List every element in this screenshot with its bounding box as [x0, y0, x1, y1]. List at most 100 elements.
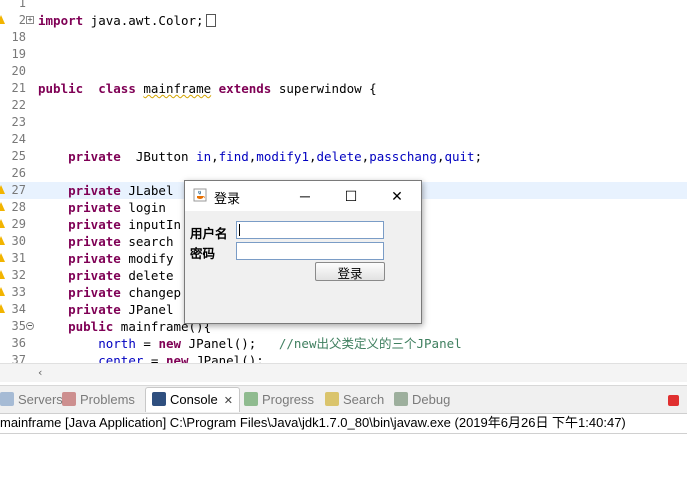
tab-console[interactable]: Console ✕ — [145, 387, 240, 412]
code-token: private — [38, 268, 121, 283]
code-line[interactable]: 21 public class mainframe extends superwi… — [0, 80, 687, 97]
code-token: private — [38, 183, 121, 198]
code-token: private — [38, 234, 121, 249]
code-text: private changep — [38, 284, 181, 301]
code-token: passchang — [369, 149, 437, 164]
line-number: 1 — [18, 0, 26, 10]
warning-icon[interactable] — [0, 287, 5, 296]
code-token: private — [38, 251, 121, 266]
code-token: delete — [316, 149, 362, 164]
horizontal-scrollbar[interactable]: ‹ — [0, 363, 687, 382]
code-token: import — [38, 13, 84, 28]
code-token: private — [38, 149, 121, 164]
password-label: 密码 — [190, 247, 216, 261]
progress-icon — [244, 392, 258, 406]
code-line[interactable]: 22 — [0, 97, 687, 114]
collapse-fold-icon[interactable] — [26, 322, 34, 330]
warning-icon[interactable] — [0, 15, 5, 24]
console-icon — [152, 392, 166, 406]
java-coffee-icon — [193, 188, 207, 202]
code-token: login — [120, 200, 166, 215]
tab-label: Progress — [262, 392, 315, 407]
code-text: private login — [38, 199, 166, 216]
code-line[interactable]: 25 private JButton in,find,modify1,delet… — [0, 148, 687, 165]
code-line[interactable]: 2 + import java.awt.Color; — [0, 12, 687, 29]
line-number: 21 — [11, 81, 26, 95]
code-line[interactable]: 36 north = new JPanel(); //new出父类定义的三个JP… — [0, 335, 687, 352]
code-line[interactable]: 19 — [0, 46, 687, 63]
line-number: 23 — [11, 115, 26, 129]
expand-fold-icon[interactable]: + — [26, 16, 34, 24]
username-field[interactable] — [236, 221, 384, 239]
tab-servers[interactable]: Servers — [0, 390, 63, 410]
dialog-title-bar[interactable]: 登录 ─ ☐ ✕ — [185, 181, 421, 211]
code-line[interactable]: 24 — [0, 131, 687, 148]
tab-problems[interactable]: Problems — [62, 390, 135, 410]
code-line[interactable]: 37 center = new JPanel(); — [0, 352, 687, 363]
code-line[interactable]: 20 — [0, 63, 687, 80]
code-text: private delete — [38, 267, 173, 284]
username-label: 用户名 — [190, 227, 228, 241]
folded-imports-icon[interactable] — [205, 14, 216, 27]
tab-label: Search — [343, 392, 385, 407]
code-text: import java.awt.Color; — [38, 12, 216, 29]
close-button[interactable]: ✕ — [374, 181, 420, 211]
code-token: superwindow { — [271, 81, 377, 96]
code-text: private JButton in,find,modify1,delete,p… — [38, 148, 482, 165]
tab-progress[interactable]: Progress — [244, 390, 314, 410]
warning-icon[interactable] — [0, 304, 5, 313]
warning-icon[interactable] — [0, 270, 5, 279]
code-text: private search — [38, 233, 173, 250]
line-number: 35 — [11, 319, 26, 333]
console-output-area[interactable] — [0, 433, 687, 499]
password-field[interactable] — [236, 242, 384, 260]
warning-icon[interactable] — [0, 219, 5, 228]
code-token: private — [38, 217, 121, 232]
code-token: = — [143, 353, 166, 363]
terminate-button[interactable] — [668, 395, 679, 406]
tab-label: Servers — [18, 392, 63, 407]
code-token: changep — [120, 285, 182, 300]
line-number: 19 — [11, 47, 26, 61]
line-number: 37 — [11, 353, 26, 363]
code-token: public — [38, 81, 84, 96]
code-token: modify1 — [256, 149, 309, 164]
minimize-button[interactable]: ─ — [282, 181, 328, 211]
tab-debug[interactable]: Debug — [394, 390, 450, 410]
code-text: center = new JPanel(); — [38, 352, 264, 363]
close-tab-icon[interactable]: ✕ — [224, 395, 233, 407]
code-token: //new出父类定义的三个JPanel — [278, 336, 462, 351]
tab-search[interactable]: Search — [325, 390, 384, 410]
code-token: = — [135, 336, 159, 351]
code-token: modify — [120, 251, 174, 266]
problems-icon — [62, 392, 76, 406]
text-caret — [239, 224, 240, 236]
login-dialog: 登录 ─ ☐ ✕ 用户名 密码 登录 — [184, 180, 422, 324]
debug-icon — [394, 392, 408, 406]
code-token: ; — [474, 149, 483, 164]
scroll-left-arrow-icon[interactable]: ‹ — [38, 366, 42, 379]
code-line[interactable]: 18 — [0, 29, 687, 46]
line-number: 26 — [11, 166, 26, 180]
code-token: JPanel — [120, 302, 174, 317]
code-line[interactable]: 1 — [0, 0, 687, 12]
warning-icon[interactable] — [0, 236, 5, 245]
code-token: quit — [444, 149, 475, 164]
code-token: java.awt.Color; — [83, 13, 204, 28]
line-number: 20 — [11, 64, 26, 78]
views-tab-bar: Servers Problems Console ✕ Progress Search Deb… — [0, 385, 687, 414]
warning-icon[interactable] — [0, 202, 5, 211]
code-line[interactable]: 23 — [0, 114, 687, 131]
line-number: 18 — [11, 30, 26, 44]
tab-label: Debug — [412, 392, 451, 407]
code-token: JPanel(); — [188, 353, 264, 363]
maximize-button[interactable]: ☐ — [328, 181, 374, 211]
servers-icon — [0, 392, 14, 406]
login-button[interactable]: 登录 — [315, 262, 385, 281]
warning-icon[interactable] — [0, 185, 5, 194]
code-token: search — [120, 234, 174, 249]
warning-icon[interactable] — [0, 253, 5, 262]
console-process-label: mainframe [Java Application] C:\Program … — [0, 415, 626, 430]
